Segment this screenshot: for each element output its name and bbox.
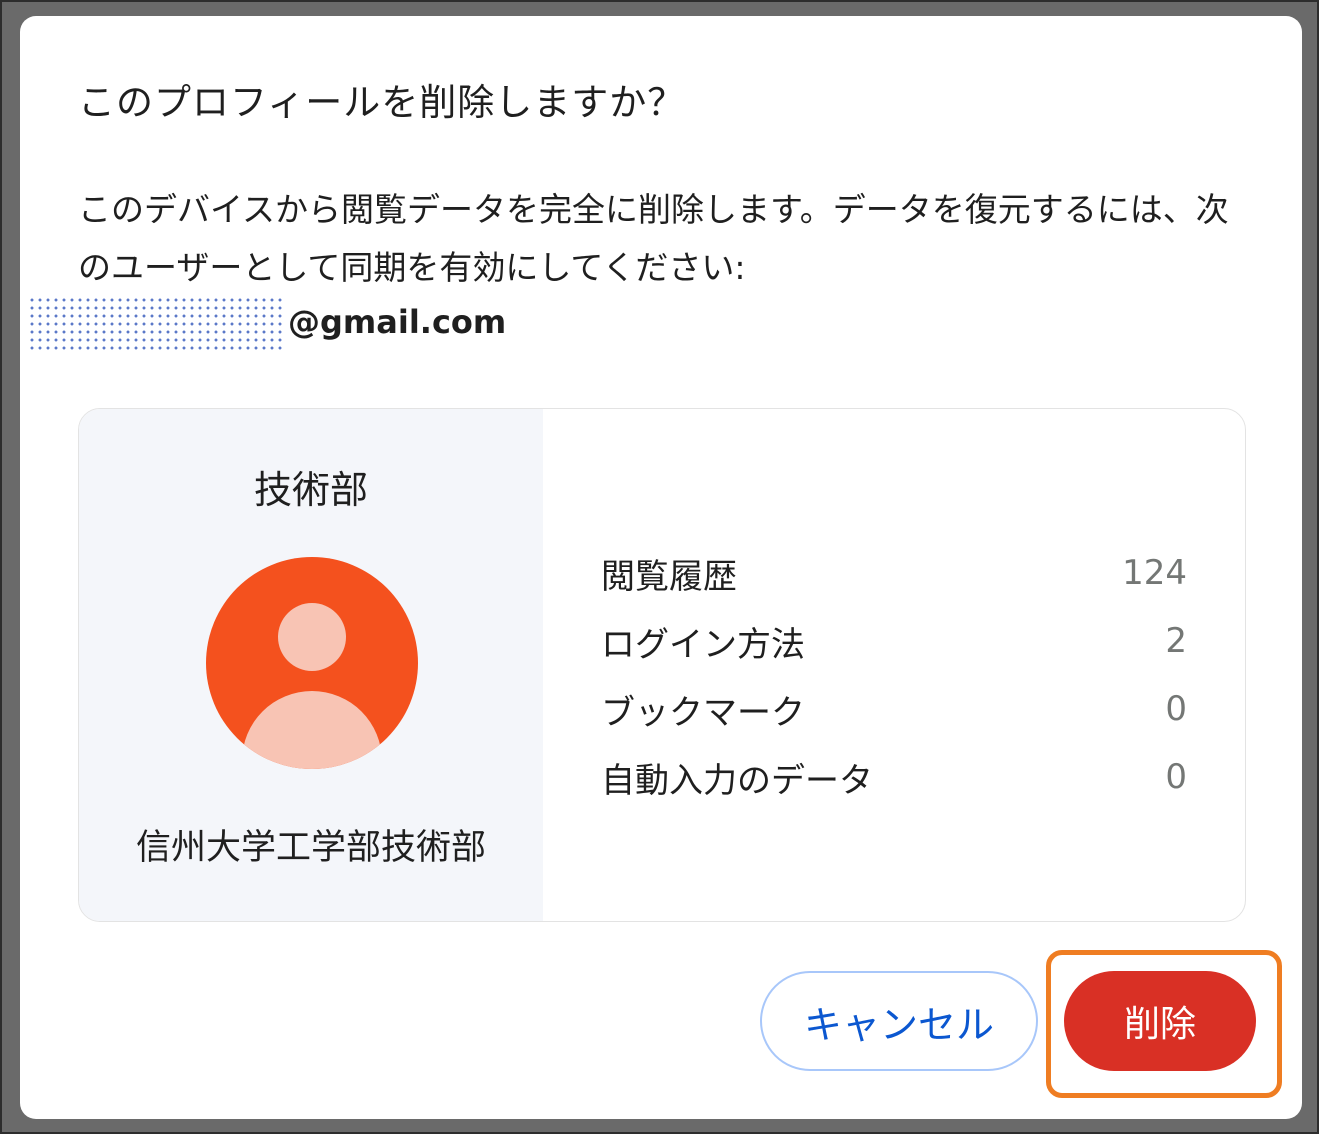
profile-name: 技術部 xyxy=(253,468,368,512)
avatar xyxy=(206,557,418,769)
dialog-title: このプロフィールを削除しますか？ xyxy=(78,81,686,124)
stat-row-autofill: 自動入力のデータ 0 xyxy=(601,743,1187,811)
stat-row-bookmarks: ブックマーク 0 xyxy=(601,675,1187,743)
stat-row-passwords: ログイン方法 2 xyxy=(601,607,1187,675)
email-domain: @gmail.com xyxy=(288,303,507,341)
stat-label: ログイン方法 xyxy=(601,624,805,665)
dialog-description: このデバイスから閲覧データを完全に削除します。データを復元するには、次のユーザー… xyxy=(78,190,1229,287)
profile-organization: 信州大学工学部技術部 xyxy=(135,828,486,868)
person-icon-body xyxy=(242,691,382,769)
stat-row-history: 閲覧履歴 124 xyxy=(601,539,1187,607)
sync-account-email: @gmail.com xyxy=(26,292,506,352)
stat-label: ブックマーク xyxy=(601,692,805,733)
stat-label: 自動入力のデータ xyxy=(601,760,873,801)
stat-value: 0 xyxy=(1165,689,1187,729)
stat-value: 2 xyxy=(1165,621,1187,661)
profile-stats-list: 閲覧履歴 124 ログイン方法 2 ブックマーク 0 自動入力のデータ 0 xyxy=(601,539,1187,811)
stat-label: 閲覧履歴 xyxy=(601,556,737,597)
stat-value: 0 xyxy=(1165,757,1187,797)
person-icon-head xyxy=(278,603,346,671)
profile-identity-panel: 技術部 信州大学工学部技術部 xyxy=(79,409,543,921)
cancel-button[interactable]: キャンセル xyxy=(760,971,1038,1071)
delete-profile-dialog: このプロフィールを削除しますか？ このデバイスから閲覧データを完全に削除します。… xyxy=(20,16,1302,1119)
stat-value: 124 xyxy=(1122,553,1187,593)
redacted-email-username xyxy=(26,294,282,350)
delete-button[interactable]: 削除 xyxy=(1064,971,1256,1071)
screenshot-frame: このプロフィールを削除しますか？ このデバイスから閲覧データを完全に削除します。… xyxy=(0,0,1319,1134)
profile-summary-card: 技術部 信州大学工学部技術部 閲覧履歴 124 ログイン方法 2 ブックマーク xyxy=(78,408,1246,922)
